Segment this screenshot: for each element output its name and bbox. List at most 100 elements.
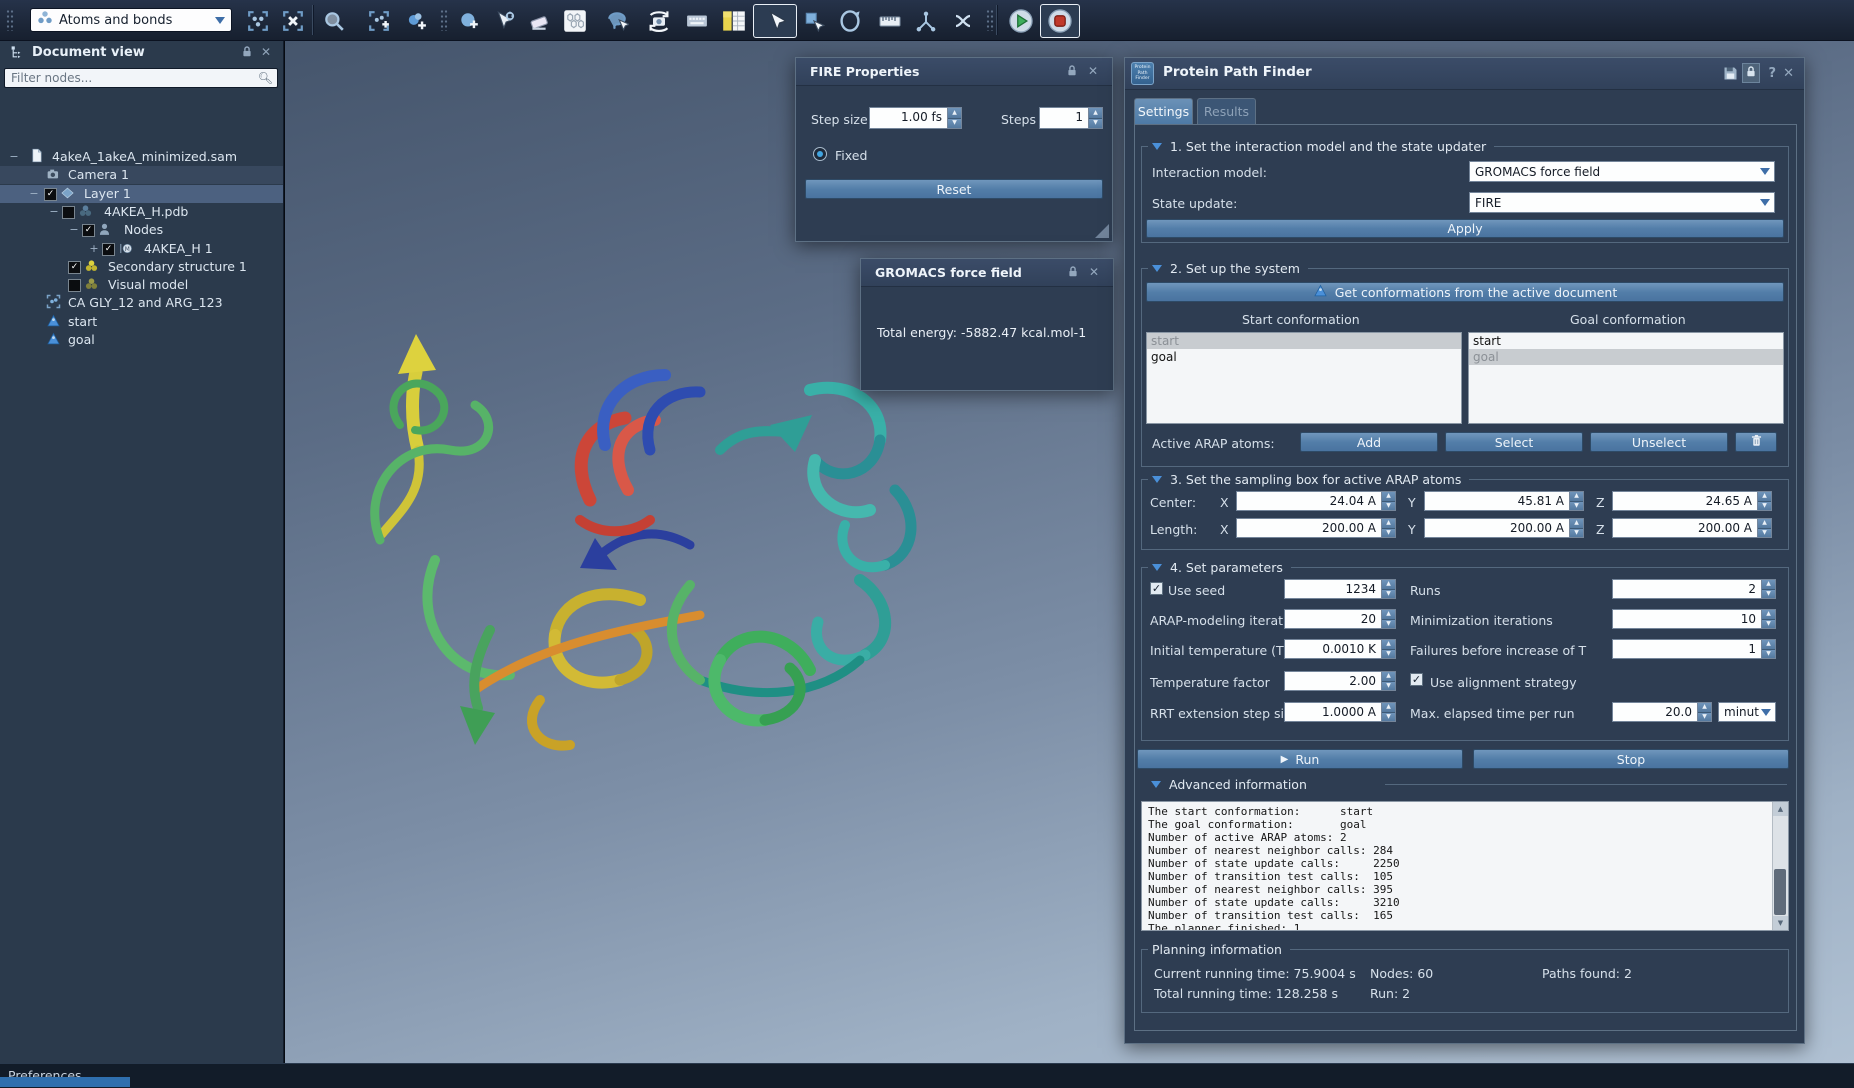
tab-results[interactable]: Results	[1197, 98, 1256, 124]
spin-down-button[interactable]: ▼	[1762, 649, 1775, 659]
rectangle-select-button[interactable]	[797, 4, 831, 38]
rrt-step-spinner[interactable]: 1.0000 A▲▼	[1284, 702, 1396, 722]
step-size-spinner[interactable]: 1.00 fs▲▼	[869, 107, 962, 129]
help-icon[interactable]: ?	[1768, 66, 1776, 81]
add-bubble-button[interactable]	[453, 4, 485, 38]
lasso-select-button[interactable]	[598, 4, 636, 38]
list-item-start[interactable]: start	[1469, 333, 1783, 349]
state-update-combo[interactable]: FIRE	[1469, 192, 1775, 213]
tree-item-nodes[interactable]: −✓Nodes	[0, 221, 283, 239]
ring-fragment-button[interactable]	[556, 4, 594, 38]
measure-tool-button[interactable]	[872, 4, 906, 38]
lock-icon[interactable]	[241, 45, 253, 61]
spin-down-button[interactable]: ▼	[1382, 681, 1395, 691]
spin-down-button[interactable]: ▼	[1382, 589, 1395, 599]
spin-down-button[interactable]: ▼	[1698, 712, 1711, 722]
tree-item-start[interactable]: start	[0, 313, 283, 331]
start-conformation-list[interactable]: startgoal	[1146, 332, 1462, 424]
spin-up-button[interactable]: ▲	[1762, 580, 1775, 589]
display-mode-selector[interactable]: Atoms and bonds	[30, 8, 232, 32]
twist-tool-button[interactable]	[946, 4, 980, 38]
close-icon[interactable]: ✕	[1088, 64, 1098, 78]
list-item-goal[interactable]: goal	[1469, 349, 1783, 365]
visibility-checkbox[interactable]	[68, 279, 81, 292]
lock-icon[interactable]	[1067, 265, 1079, 281]
spin-up-button[interactable]: ▲	[1382, 492, 1395, 501]
deselect-button[interactable]	[276, 4, 310, 38]
panel-titlebar[interactable]: Protein Path Finder Protein Path Finder …	[1125, 58, 1804, 90]
spin-up-button[interactable]: ▲	[1382, 640, 1395, 649]
record-button[interactable]	[1040, 4, 1080, 38]
collapse-icon[interactable]	[1152, 476, 1162, 483]
rotate-tool-button[interactable]	[832, 4, 868, 38]
spin-up-button[interactable]: ▲	[1758, 519, 1771, 528]
lock-icon[interactable]	[1742, 63, 1760, 83]
add-atom-plus-button[interactable]	[398, 4, 434, 38]
collapse-expander[interactable]: −	[48, 203, 60, 221]
tree-item-ca-gly-12-and-arg-123[interactable]: CA GLY_12 and ARG_123	[0, 294, 283, 312]
spin-down-button[interactable]: ▼	[1758, 501, 1771, 511]
panel-titlebar[interactable]: GROMACS force field ✕	[861, 259, 1113, 287]
spin-up-button[interactable]: ▲	[1758, 492, 1771, 501]
spin-down-button[interactable]: ▼	[1570, 501, 1583, 511]
spin-down-button[interactable]: ▼	[1089, 118, 1102, 129]
apply-button[interactable]: Apply	[1146, 219, 1784, 238]
toolbar-grip[interactable]	[6, 9, 14, 31]
collapse-expander[interactable]: −	[28, 185, 40, 203]
max-time-spinner[interactable]: 20.0▲▼	[1612, 702, 1712, 722]
spin-up-button[interactable]: ▲	[1382, 610, 1395, 619]
initial-temperature-spinner[interactable]: 0.0010 K▲▼	[1284, 639, 1396, 659]
resize-grip[interactable]	[1095, 224, 1109, 238]
runs-spinner[interactable]: 2▲▼	[1612, 579, 1776, 599]
expand-expander[interactable]: +	[88, 240, 100, 258]
spin-up-button[interactable]: ▲	[1089, 108, 1102, 118]
close-icon[interactable]: ✕	[1783, 66, 1794, 81]
spin-up-button[interactable]: ▲	[1762, 640, 1775, 649]
spin-down-button[interactable]: ▼	[1570, 528, 1583, 538]
collapse-expander[interactable]: −	[8, 148, 20, 166]
camera-view-button[interactable]	[641, 4, 677, 38]
max-time-unit-combo[interactable]: minut	[1718, 702, 1776, 722]
run-button[interactable]: ▶ Run	[1137, 749, 1463, 769]
toolbar-grip[interactable]	[440, 9, 448, 31]
stop-button[interactable]: Stop	[1473, 749, 1789, 769]
center-x-spinner[interactable]: 24.04 A▲▼	[1236, 491, 1396, 511]
select-connected-button[interactable]	[240, 4, 276, 38]
list-item-goal[interactable]: goal	[1147, 349, 1461, 365]
reset-button[interactable]: Reset	[805, 179, 1103, 199]
spin-up-button[interactable]: ▲	[1382, 519, 1395, 528]
interaction-model-combo[interactable]: GROMACS force field	[1469, 161, 1775, 182]
scroll-thumb[interactable]	[1774, 869, 1786, 915]
tree-item-camera-1[interactable]: Camera 1	[0, 166, 283, 184]
scroll-down-button[interactable]: ▼	[1773, 916, 1788, 930]
steps-spinner[interactable]: 1▲▼	[1039, 107, 1103, 129]
close-icon[interactable]: ✕	[261, 45, 271, 59]
spin-up-button[interactable]: ▲	[1570, 492, 1583, 501]
length-z-spinner[interactable]: 200.00 A▲▼	[1612, 518, 1772, 538]
length-y-spinner[interactable]: 200.00 A▲▼	[1424, 518, 1584, 538]
periodic-table-button[interactable]	[715, 4, 753, 38]
visibility-checkbox[interactable]: ✓	[68, 261, 81, 274]
get-conformations-button[interactable]: Get conformations from the active docume…	[1146, 282, 1784, 302]
log-scrollbar[interactable]: ▲ ▼	[1772, 802, 1788, 930]
spin-up-button[interactable]: ▲	[1382, 672, 1395, 681]
visibility-checkbox[interactable]: ✓	[44, 188, 57, 201]
length-x-spinner[interactable]: 200.00 A▲▼	[1236, 518, 1396, 538]
spin-down-button[interactable]: ▼	[1762, 589, 1775, 599]
seed-spinner[interactable]: 1234▲▼	[1284, 579, 1396, 599]
goal-conformation-list[interactable]: startgoal	[1468, 332, 1784, 424]
spin-down-button[interactable]: ▼	[1758, 528, 1771, 538]
fixed-radio[interactable]	[813, 147, 827, 161]
delete-arap-button[interactable]	[1735, 432, 1777, 452]
unselect-button[interactable]: Unselect	[1590, 432, 1728, 452]
use-seed-checkbox[interactable]: ✓	[1150, 582, 1163, 595]
select-button[interactable]: Select	[1445, 432, 1583, 452]
zoom-button[interactable]	[318, 4, 350, 38]
eraser-button[interactable]	[522, 4, 556, 38]
tree-item-layer-1[interactable]: −✓Layer 1	[0, 185, 283, 203]
visibility-checkbox[interactable]: ✓	[82, 224, 95, 237]
list-item-start[interactable]: start	[1147, 333, 1461, 349]
spin-up-button[interactable]: ▲	[1570, 519, 1583, 528]
advanced-information-log[interactable]: The start conformation: start The goal c…	[1141, 801, 1789, 931]
tree-item-visual-model[interactable]: Visual model	[0, 276, 283, 294]
